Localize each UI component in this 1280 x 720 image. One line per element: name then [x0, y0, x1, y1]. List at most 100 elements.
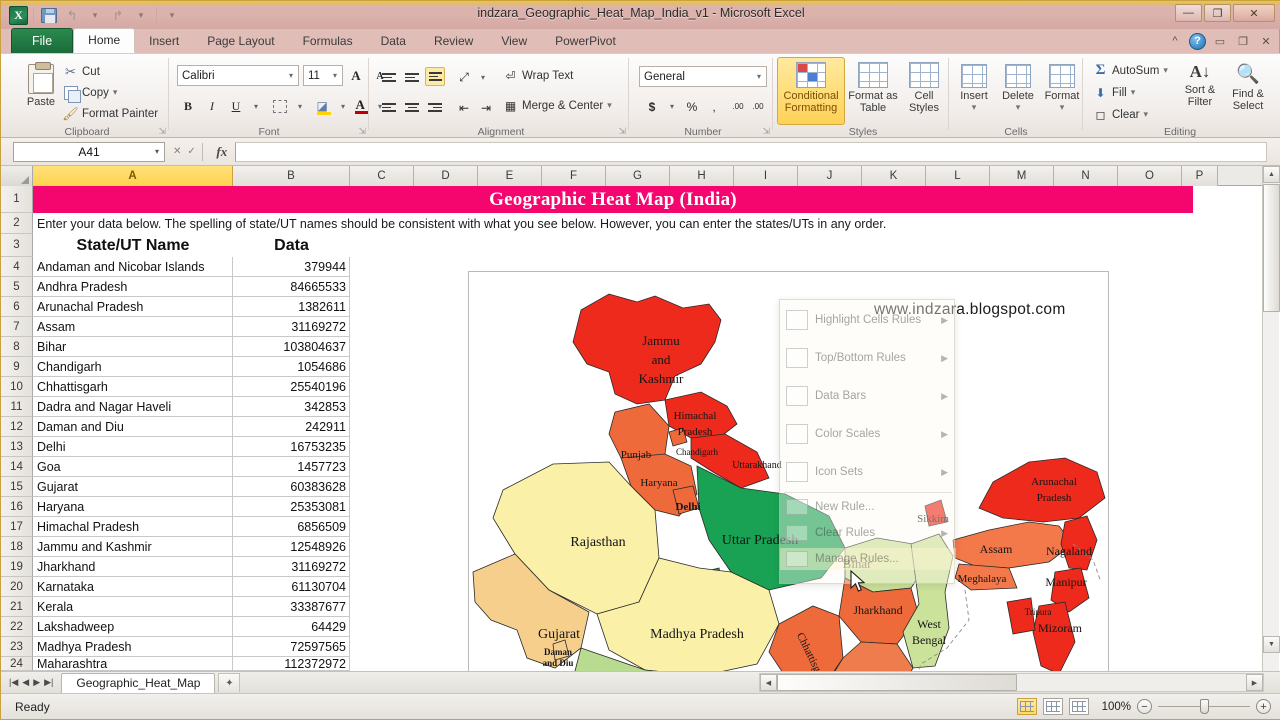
row-header-12[interactable]: 12: [1, 417, 33, 437]
wrap-text-button[interactable]: ⏎ Wrap Text: [503, 68, 573, 83]
comma-style-icon[interactable]: ,: [703, 96, 725, 117]
delete-cells-button[interactable]: Delete ▾: [997, 64, 1039, 113]
scroll-left-button[interactable]: ◀: [760, 674, 777, 691]
borders-icon[interactable]: [269, 96, 291, 117]
clear-button[interactable]: ◻ Clear ▾: [1093, 107, 1149, 122]
enter-formula-icon[interactable]: ✓: [187, 146, 195, 157]
increase-indent-icon[interactable]: ⇥: [475, 97, 497, 118]
table-row[interactable]: Andhra Pradesh: [33, 277, 233, 297]
scroll-up-button[interactable]: ▲: [1263, 166, 1280, 183]
table-row[interactable]: Assam: [33, 317, 233, 337]
number-format-combo[interactable]: General ▾: [639, 66, 767, 87]
column-header-a[interactable]: A: [33, 166, 233, 186]
merge-center-button[interactable]: ▦ Merge & Center ▾: [503, 98, 612, 113]
table-row[interactable]: 64429: [233, 617, 350, 637]
page-break-view-icon[interactable]: [1069, 698, 1089, 715]
row-header-11[interactable]: 11: [1, 397, 33, 417]
find-select-button[interactable]: 🔍 Find & Select: [1225, 62, 1271, 112]
tab-review[interactable]: Review: [420, 30, 487, 53]
row-header-5[interactable]: 5: [1, 277, 33, 297]
row-header-3[interactable]: 3: [1, 234, 33, 257]
row-header-18[interactable]: 18: [1, 537, 33, 557]
table-row[interactable]: 84665533: [233, 277, 350, 297]
fill-button[interactable]: ⬇ Fill ▾: [1093, 85, 1135, 100]
bold-button[interactable]: B: [177, 96, 199, 117]
chevron-down-icon[interactable]: ▾: [607, 100, 612, 111]
table-row[interactable]: Daman and Diu: [33, 417, 233, 437]
table-row[interactable]: 1457723: [233, 457, 350, 477]
currency-dropdown-icon[interactable]: ▾: [661, 96, 683, 117]
tab-file[interactable]: File: [11, 28, 74, 53]
vertical-scrollbar[interactable]: ▲ ▼: [1262, 166, 1280, 671]
sheet-tab-geographic-heat-map[interactable]: Geographic_Heat_Map: [61, 672, 216, 693]
format-as-table-button[interactable]: Format as Table: [847, 62, 899, 114]
column-header-g[interactable]: G: [606, 166, 670, 186]
table-row[interactable]: 242911: [233, 417, 350, 437]
header-state-name[interactable]: State/UT Name: [33, 234, 233, 257]
row-header-8[interactable]: 8: [1, 337, 33, 357]
table-row[interactable]: 72597565: [233, 637, 350, 657]
font-size-combo[interactable]: 11 ▾: [303, 65, 343, 86]
font-name-combo[interactable]: Calibri ▾: [177, 65, 299, 86]
font-dialog-launcher[interactable]: ⇲: [358, 126, 366, 137]
table-row[interactable]: Haryana: [33, 497, 233, 517]
scroll-down-button[interactable]: ▼: [1263, 636, 1280, 653]
column-header-o[interactable]: O: [1118, 166, 1182, 186]
align-left-icon[interactable]: [379, 98, 399, 117]
header-data[interactable]: Data: [233, 234, 350, 257]
restore-button[interactable]: ❐: [1204, 4, 1231, 22]
column-header-k[interactable]: K: [862, 166, 926, 186]
table-row[interactable]: 103804637: [233, 337, 350, 357]
number-dialog-launcher[interactable]: ⇲: [762, 126, 770, 137]
decrease-indent-icon[interactable]: ⇤: [453, 97, 475, 118]
tab-formulas[interactable]: Formulas: [289, 30, 367, 53]
zoom-slider-thumb[interactable]: [1200, 699, 1209, 714]
horizontal-scroll-thumb[interactable]: [777, 674, 1017, 691]
table-row[interactable]: 342853: [233, 397, 350, 417]
india-heat-map[interactable]: Jammu and Kashmir Himachal Pradesh Punja…: [468, 271, 1109, 671]
chevron-down-icon[interactable]: ▾: [155, 147, 159, 156]
table-row[interactable]: Kerala: [33, 597, 233, 617]
instruction-cell[interactable]: Enter your data below. The spelling of s…: [33, 213, 1193, 234]
row-header-24[interactable]: 24: [1, 657, 33, 671]
align-right-icon[interactable]: [425, 98, 445, 117]
next-sheet-button[interactable]: ▶: [33, 677, 40, 688]
column-header-n[interactable]: N: [1054, 166, 1118, 186]
table-row[interactable]: 1054686: [233, 357, 350, 377]
table-row[interactable]: Andaman and Nicobar Islands: [33, 257, 233, 277]
decrease-decimal-icon[interactable]: .00: [747, 96, 769, 117]
row-header-23[interactable]: 23: [1, 637, 33, 657]
tab-powerpivot[interactable]: PowerPivot: [541, 30, 630, 53]
borders-dropdown-icon[interactable]: ▾: [289, 96, 311, 117]
formula-input[interactable]: [234, 141, 1267, 162]
book-minimize-icon[interactable]: ▭: [1211, 32, 1229, 50]
format-painter-button[interactable]: 🖌 Format Painter: [62, 106, 158, 121]
chevron-down-icon[interactable]: ▾: [1060, 102, 1065, 113]
vertical-scroll-thumb[interactable]: [1263, 184, 1280, 312]
help-icon[interactable]: ?: [1189, 32, 1206, 50]
insert-function-icon[interactable]: fx: [209, 144, 235, 160]
first-sheet-button[interactable]: |◀: [9, 677, 18, 688]
page-layout-view-icon[interactable]: [1043, 698, 1063, 715]
row-header-4[interactable]: 4: [1, 257, 33, 277]
alignment-dialog-launcher[interactable]: ⇲: [618, 126, 626, 137]
copy-button[interactable]: Copy ▾: [63, 85, 117, 103]
table-row[interactable]: Bihar: [33, 337, 233, 357]
chevron-down-icon[interactable]: ▾: [752, 72, 766, 81]
row-header-1[interactable]: 1: [1, 186, 33, 213]
row-header-2[interactable]: 2: [1, 213, 33, 234]
column-header-e[interactable]: E: [478, 166, 542, 186]
align-bottom-icon[interactable]: [425, 67, 445, 86]
row-header-7[interactable]: 7: [1, 317, 33, 337]
column-header-d[interactable]: D: [414, 166, 478, 186]
orientation-dropdown-icon[interactable]: ▾: [472, 67, 494, 88]
table-row[interactable]: Madhya Pradesh: [33, 637, 233, 657]
table-row[interactable]: 31169272: [233, 557, 350, 577]
column-header-j[interactable]: J: [798, 166, 862, 186]
percent-icon[interactable]: %: [681, 96, 703, 117]
table-row[interactable]: Gujarat: [33, 477, 233, 497]
table-row[interactable]: 25353081: [233, 497, 350, 517]
close-button[interactable]: ✕: [1233, 4, 1275, 22]
book-close-icon[interactable]: ✕: [1257, 32, 1275, 50]
table-row[interactable]: 6856509: [233, 517, 350, 537]
